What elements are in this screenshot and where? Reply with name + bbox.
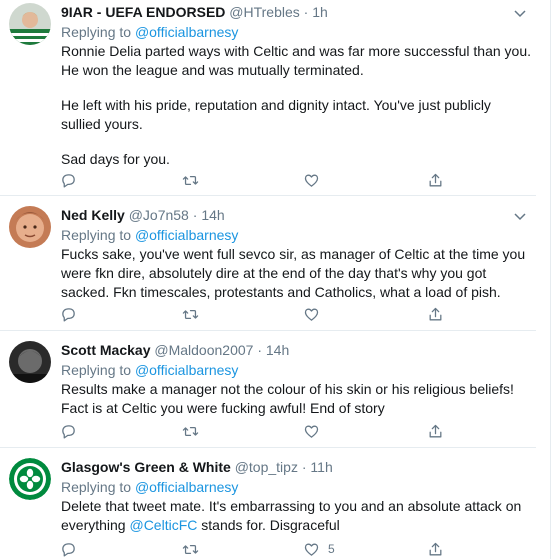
celtic-crest-icon [9, 458, 51, 500]
replying-to: Replying to @officialbarnesy [61, 361, 238, 379]
tweet-text-part: stands for. Disgraceful [197, 517, 340, 533]
separator-dot: · [192, 207, 198, 223]
tweet[interactable]: Glasgow's Green & White @top_tipz · 11h … [0, 448, 536, 559]
replying-to-label: Replying to [61, 362, 132, 378]
display-name[interactable]: Glasgow's Green & White [61, 459, 231, 475]
tweet-paragraph: He left with his pride, reputation and d… [61, 97, 491, 132]
tweet-actions [60, 304, 460, 324]
replying-to-label: Replying to [61, 227, 132, 243]
share-icon [429, 307, 442, 320]
share-icon [429, 424, 442, 437]
like-count: 5 [328, 542, 335, 556]
tweet-actions [60, 421, 460, 441]
tweet-paragraph: Sad days for you. [61, 151, 170, 167]
retweet-icon [182, 426, 199, 436]
tweet-actions [60, 170, 460, 190]
tweet[interactable]: 9IAR - UEFA ENDORSED @HTrebles · 1h Repl… [0, 0, 536, 196]
retweet-button[interactable] [182, 170, 207, 190]
reply-button[interactable] [60, 304, 77, 324]
retweet-icon [182, 544, 199, 554]
display-name[interactable]: 9IAR - UEFA ENDORSED [61, 4, 225, 20]
timestamp[interactable]: 14h [266, 342, 289, 358]
share-icon [429, 542, 442, 555]
display-name[interactable]: Ned Kelly [61, 207, 125, 223]
mention-link[interactable]: @officialbarnesy [135, 362, 238, 378]
chevron-down-icon[interactable] [512, 5, 528, 21]
mention-link[interactable]: @CelticFC [129, 517, 197, 533]
avatar[interactable] [9, 341, 51, 383]
reply-button[interactable] [60, 170, 85, 190]
chevron-down-icon[interactable] [512, 208, 528, 224]
timestamp[interactable]: 1h [312, 4, 328, 20]
tweet-paragraph: Results make a manager not the colour of… [61, 381, 514, 416]
replying-to-label: Replying to [61, 24, 132, 40]
retweet-icon [182, 309, 199, 319]
replying-to: Replying to @officialbarnesy [61, 23, 238, 41]
mention-link[interactable]: @officialbarnesy [135, 227, 238, 243]
tweet-text: Delete that tweet mate. It's embarrassin… [61, 497, 531, 535]
reply-icon [62, 307, 75, 322]
username[interactable]: @Jo7n58 [129, 207, 189, 223]
avatar[interactable] [9, 458, 51, 500]
timestamp[interactable]: 14h [201, 207, 224, 223]
reply-button[interactable] [60, 539, 77, 559]
timestamp[interactable]: 11h [310, 459, 332, 475]
tweet-paragraph: Ronnie Delia parted ways with Celtic and… [61, 43, 531, 78]
mention-link[interactable]: @officialbarnesy [135, 24, 238, 40]
mention-link[interactable]: @officialbarnesy [135, 479, 238, 495]
like-button[interactable] [303, 170, 328, 190]
share-button[interactable] [427, 170, 444, 190]
share-button[interactable] [427, 421, 444, 441]
like-button[interactable]: 5 [303, 539, 335, 559]
tweet-paragraph: Fucks sake, you've went full sevco sir, … [61, 246, 526, 300]
separator-dot: · [301, 459, 307, 475]
reply-feed: 9IAR - UEFA ENDORSED @HTrebles · 1h Repl… [0, 0, 551, 559]
username[interactable]: @Maldoon2007 [154, 342, 253, 358]
replying-to: Replying to @officialbarnesy [61, 226, 238, 244]
tweet-text: Ronnie Delia parted ways with Celtic and… [61, 42, 531, 169]
tweet-actions: 5 [60, 539, 460, 559]
share-icon [429, 173, 442, 186]
username[interactable]: @HTrebles [229, 4, 300, 20]
tweet[interactable]: Ned Kelly @Jo7n58 · 14h Replying to @off… [0, 196, 536, 331]
like-button[interactable] [303, 421, 328, 441]
tweet[interactable]: Scott Mackay @Maldoon2007 · 14h Replying… [0, 331, 536, 448]
retweet-button[interactable] [182, 539, 199, 559]
tweet-text: Results make a manager not the colour of… [61, 380, 531, 418]
like-button[interactable] [303, 304, 328, 324]
reply-icon [62, 424, 75, 439]
like-icon [304, 308, 319, 321]
retweet-button[interactable] [182, 304, 199, 324]
reply-icon [62, 542, 75, 557]
avatar[interactable] [9, 3, 51, 45]
username[interactable]: @top_tipz [235, 459, 298, 475]
like-icon [304, 425, 319, 438]
avatar[interactable] [9, 206, 51, 248]
tweet-paragraph: Delete that tweet mate. It's embarrassin… [61, 497, 531, 535]
reply-icon [62, 173, 75, 188]
separator-dot: · [303, 4, 309, 20]
like-icon [304, 174, 319, 187]
replying-to-label: Replying to [61, 479, 132, 495]
share-button[interactable] [427, 539, 444, 559]
separator-dot: · [257, 342, 262, 358]
replying-to: Replying to @officialbarnesy [61, 478, 238, 496]
tweet-text: Fucks sake, you've went full sevco sir, … [61, 245, 531, 302]
retweet-button[interactable] [182, 421, 199, 441]
reply-button[interactable] [60, 421, 77, 441]
like-icon [304, 543, 319, 556]
share-button[interactable] [427, 304, 444, 324]
display-name[interactable]: Scott Mackay [61, 342, 150, 358]
retweet-icon [182, 175, 199, 185]
